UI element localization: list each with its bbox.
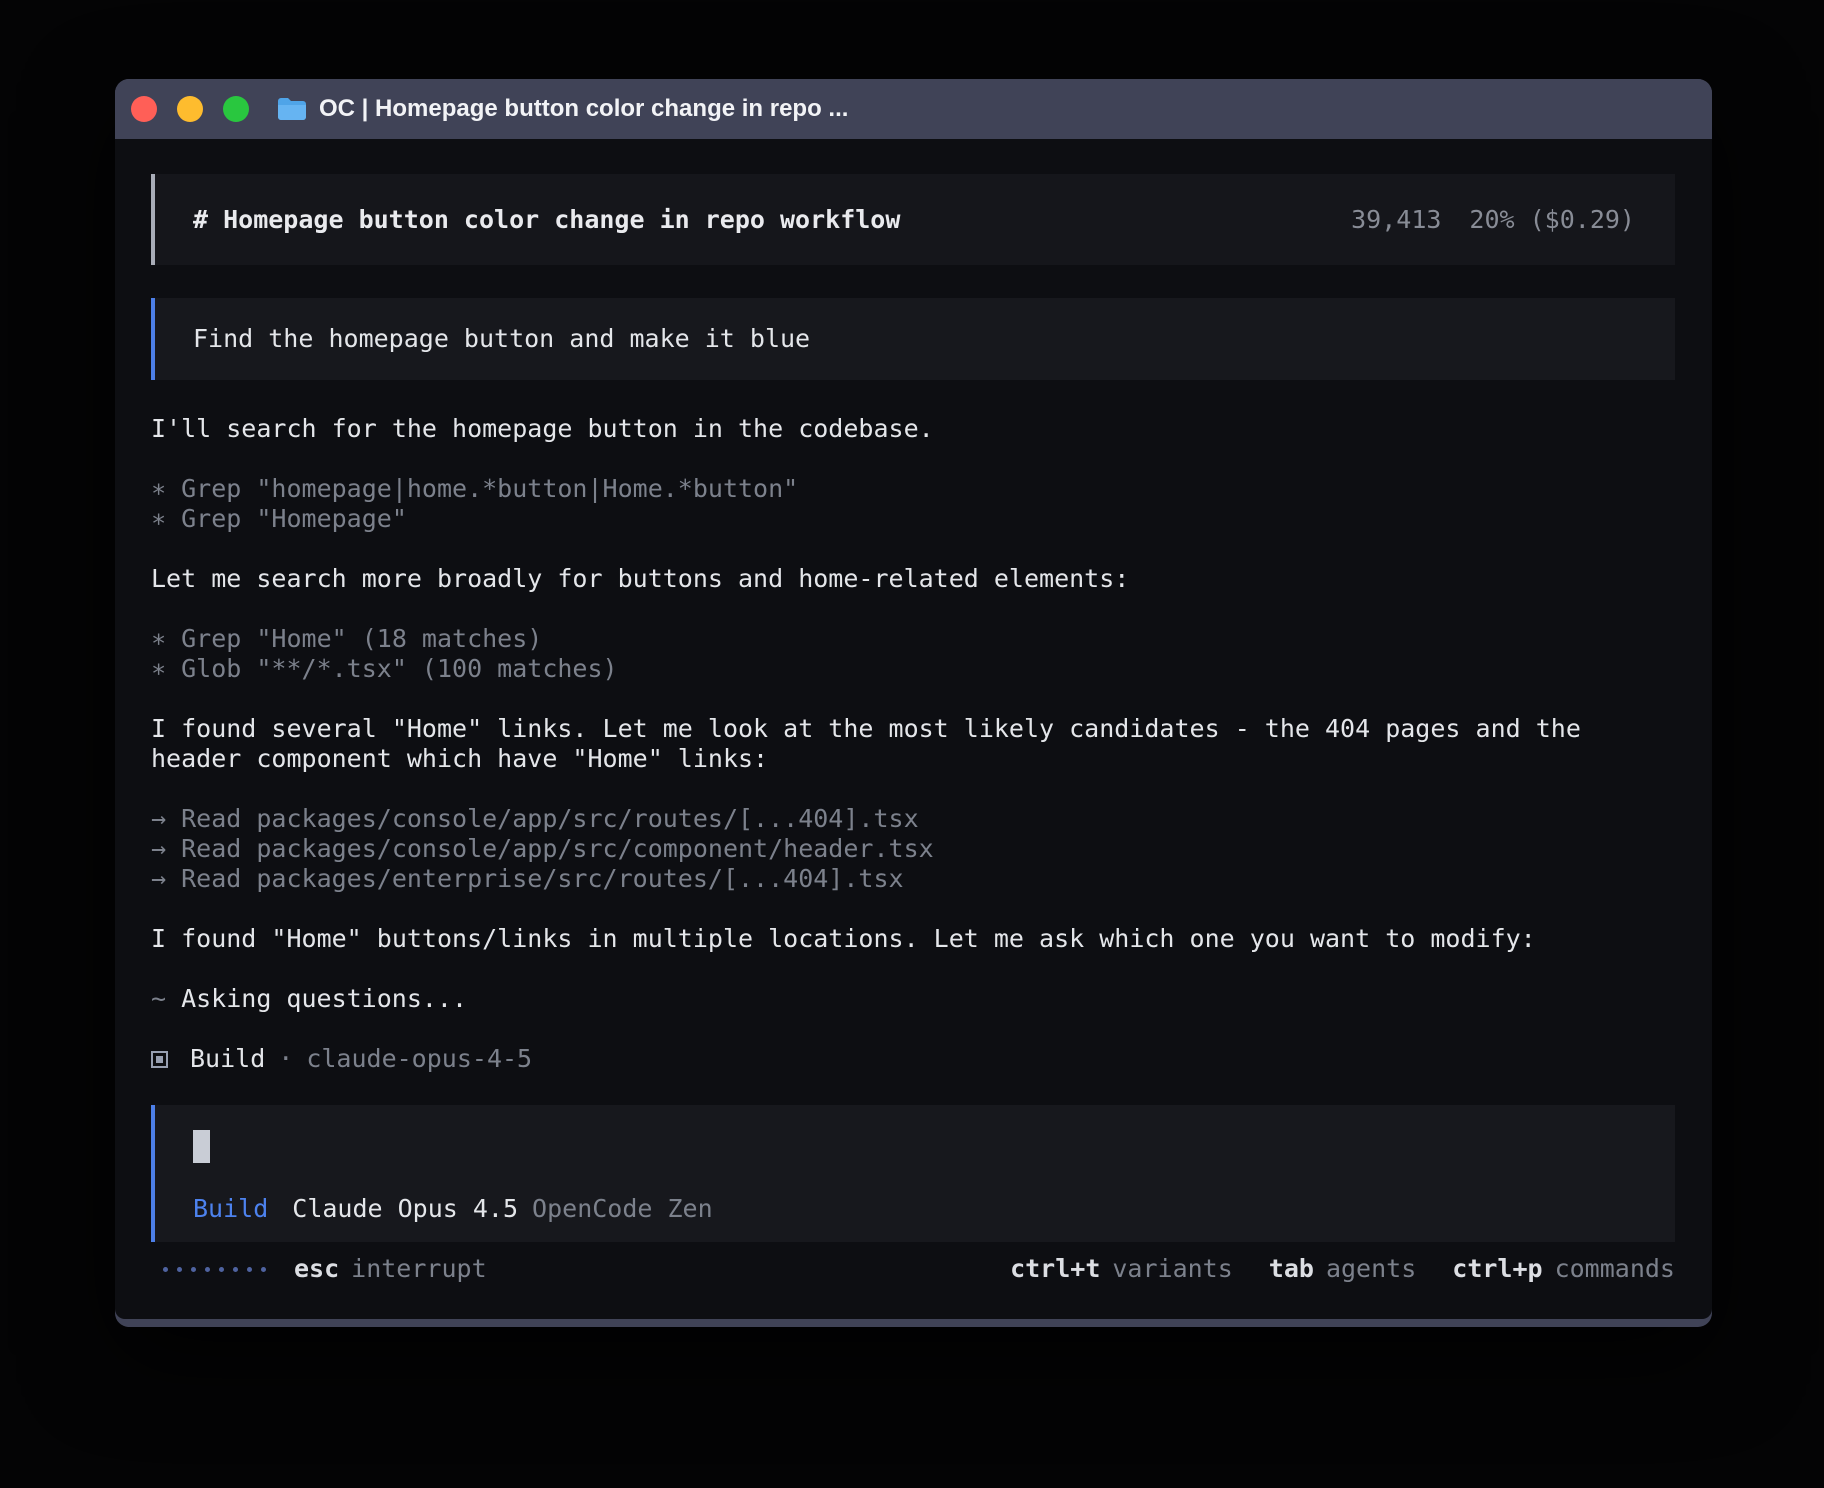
tool-call-read: → Read packages/enterprise/src/routes/[.… [151,864,1611,894]
tool-call-read: → Read packages/console/app/src/componen… [151,834,1611,864]
assistant-message: I found several "Home" links. Let me loo… [151,714,1675,774]
terminal-content[interactable]: # Homepage button color change in repo w… [115,139,1712,1319]
minimize-button[interactable] [177,96,203,122]
shortcut-label: variants [1112,1254,1232,1284]
status-bar: esc interrupt ctrl+t variants tab agents… [151,1254,1675,1284]
shortcut-hints: ctrl+t variants tab agents ctrl+p comman… [1010,1254,1675,1284]
session-header: # Homepage button color change in repo w… [151,174,1675,265]
agent-build-icon [151,1051,168,1068]
assistant-text: I found "Home" buttons/links in multiple… [151,924,1611,954]
shortcut-agents: tab agents [1269,1254,1416,1284]
assistant-text: Let me search more broadly for buttons a… [151,564,1611,594]
agent-line: Build · claude-opus-4-5 [151,1044,1675,1074]
interrupt-hint: interrupt [351,1254,486,1284]
mode-label[interactable]: Build [193,1194,268,1224]
assistant-message: I'll search for the homepage button in t… [151,414,1675,444]
session-stats: 39,413 20% ($0.29) [1351,205,1635,235]
shortcut-label: commands [1555,1254,1675,1284]
input-footer: Build Claude Opus 4.5 OpenCode Zen [193,1194,1637,1224]
tool-call-glob: ∗ Glob "**/*.tsx" (100 matches) [151,654,1611,684]
status-prefix: ~ [151,984,166,1013]
tool-call-grep: ∗ Grep "Homepage" [151,504,1611,534]
token-count: 39,413 [1351,205,1441,234]
provider-label: OpenCode Zen [532,1194,713,1224]
shortcut-label: agents [1326,1254,1416,1284]
session-title: # Homepage button color change in repo w… [193,205,900,235]
window-title: OC | Homepage button color change in rep… [319,95,848,123]
transcript[interactable]: I'll search for the homepage button in t… [151,414,1675,1074]
context-cost: 20% ($0.29) [1469,205,1635,234]
assistant-message: Let me search more broadly for buttons a… [151,564,1675,594]
folder-icon [277,97,307,121]
close-button[interactable] [131,96,157,122]
tool-call-group: ∗ Grep "Home" (18 matches) ∗ Glob "**/*.… [151,624,1675,684]
agent-separator: · [278,1044,293,1074]
shortcut-variants: ctrl+t variants [1010,1254,1233,1284]
shortcut-key: tab [1269,1254,1314,1284]
spinner-icon [163,1267,266,1272]
zoom-button[interactable] [223,96,249,122]
tool-call-grep: ∗ Grep "Home" (18 matches) [151,624,1611,654]
model-label[interactable]: Claude Opus 4.5 [292,1194,518,1224]
user-message-text: Find the homepage button and make it blu… [193,324,810,354]
tool-call-group: ∗ Grep "homepage|home.*button|Home.*butt… [151,474,1675,534]
tool-call-grep: ∗ Grep "homepage|home.*button|Home.*butt… [151,474,1611,504]
agent-name: Build [190,1044,265,1074]
tool-call-read: → Read packages/console/app/src/routes/[… [151,804,1611,834]
assistant-message: I found "Home" buttons/links in multiple… [151,924,1675,954]
user-message: Find the homepage button and make it blu… [151,298,1675,380]
prompt-input[interactable]: Build Claude Opus 4.5 OpenCode Zen [151,1105,1675,1242]
text-cursor [193,1130,210,1163]
status-line: ~ Asking questions... [151,984,1675,1014]
tool-call-group: → Read packages/console/app/src/routes/[… [151,804,1675,894]
agent-model: claude-opus-4-5 [306,1044,532,1074]
shortcut-commands: ctrl+p commands [1452,1254,1675,1284]
titlebar: OC | Homepage button color change in rep… [115,79,1712,139]
status-text: Asking questions... [181,984,467,1013]
assistant-text: I'll search for the homepage button in t… [151,414,1611,444]
shortcut-key: ctrl+t [1010,1254,1100,1284]
terminal-window: OC | Homepage button color change in rep… [115,79,1712,1327]
assistant-text: I found several "Home" links. Let me loo… [151,714,1611,774]
esc-key: esc [294,1254,339,1284]
shortcut-key: ctrl+p [1452,1254,1542,1284]
